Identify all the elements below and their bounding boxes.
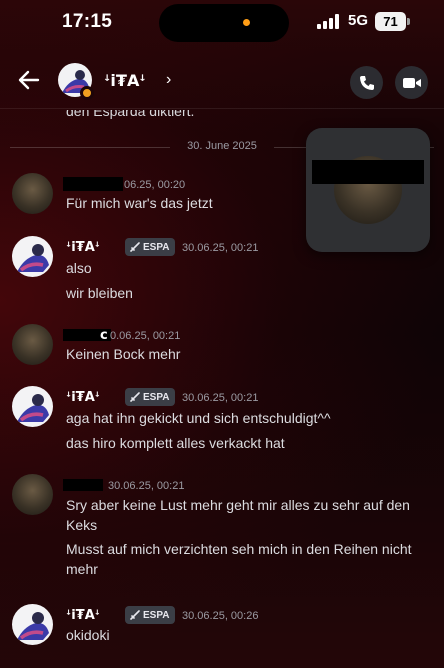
message-timestamp: 30.06.25, 00:26	[182, 610, 259, 622]
message-author[interactable]: ꜜⅰ₮Aꜜ	[66, 608, 100, 623]
message-text: wir bleiben	[66, 285, 133, 301]
message-timestamp: 30.06.25, 00:21	[108, 480, 185, 492]
message-text: aga hat ihn gekickt und sich entschuldig…	[66, 410, 331, 426]
message-timestamp: 06.25, 00:20	[124, 179, 186, 191]
redaction-bar	[63, 479, 103, 491]
anime-character-icon	[17, 244, 49, 272]
call-pip-window[interactable]	[306, 128, 430, 252]
anime-character-icon	[17, 394, 49, 422]
user-avatar[interactable]	[12, 474, 53, 515]
signal-icon	[317, 14, 341, 29]
phone-icon	[359, 75, 374, 90]
chat-header: ꜜⅰ₮Aꜜ ›	[0, 56, 444, 110]
dynamic-island	[159, 4, 289, 42]
message-author[interactable]: ꜜⅰ₮Aꜜ	[66, 240, 100, 255]
back-arrow-icon[interactable]	[14, 65, 44, 95]
server-tag[interactable]: ESPA	[125, 238, 175, 256]
recording-dot-icon	[243, 19, 250, 26]
server-tag-label: ESPA	[143, 609, 170, 621]
battery-icon: 71	[375, 12, 406, 31]
server-tag[interactable]: ESPA	[125, 388, 175, 406]
message-timestamp: 30.06.25, 00:21	[182, 392, 259, 404]
network-label: 5G	[348, 12, 369, 29]
status-bar: 17:15 5G 71	[0, 0, 444, 48]
status-time: 17:15	[62, 11, 113, 32]
anime-character-icon	[17, 612, 49, 640]
voice-call-button[interactable]	[350, 66, 383, 99]
message-timestamp: 30.06.25, 00:21	[182, 242, 259, 254]
message-text: okidoki	[66, 627, 110, 643]
server-tag[interactable]: ESPA	[125, 606, 175, 624]
user-avatar[interactable]	[12, 173, 53, 214]
channel-title[interactable]: ꜜⅰ₮Aꜜ	[104, 71, 146, 90]
redaction-bar	[63, 177, 123, 191]
header-separator	[0, 108, 444, 109]
video-camera-icon	[402, 77, 421, 88]
message-author[interactable]: ꜜⅰ₮Aꜜ	[66, 390, 100, 405]
message-text: den Esparda diktiert.	[66, 110, 195, 119]
message-text: Keinen Bock mehr	[66, 346, 181, 362]
message-timestamp: 0.06.25, 00:21	[110, 330, 181, 342]
chevron-right-icon[interactable]: ›	[166, 71, 171, 89]
sword-icon	[130, 241, 140, 252]
sword-icon	[130, 609, 140, 620]
video-call-button[interactable]	[395, 66, 428, 99]
server-tag-label: ESPA	[143, 391, 170, 403]
message-author[interactable]: c	[100, 328, 108, 343]
user-avatar[interactable]	[12, 236, 53, 277]
message-text: Sry aber keine Lust mehr geht mir alles …	[66, 497, 410, 533]
message-text: das hiro komplett alles verkackt hat	[66, 435, 285, 451]
message-text: also	[66, 260, 92, 276]
user-avatar[interactable]	[12, 604, 53, 645]
redaction-bar	[312, 160, 424, 184]
user-avatar[interactable]	[12, 324, 53, 365]
user-avatar[interactable]	[12, 386, 53, 427]
server-tag-label: ESPA	[143, 241, 170, 253]
sword-icon	[130, 391, 140, 402]
message-text: Musst auf mich verzichten seh mich in de…	[66, 541, 412, 577]
status-indicator	[80, 86, 94, 100]
battery-cap	[407, 18, 410, 25]
